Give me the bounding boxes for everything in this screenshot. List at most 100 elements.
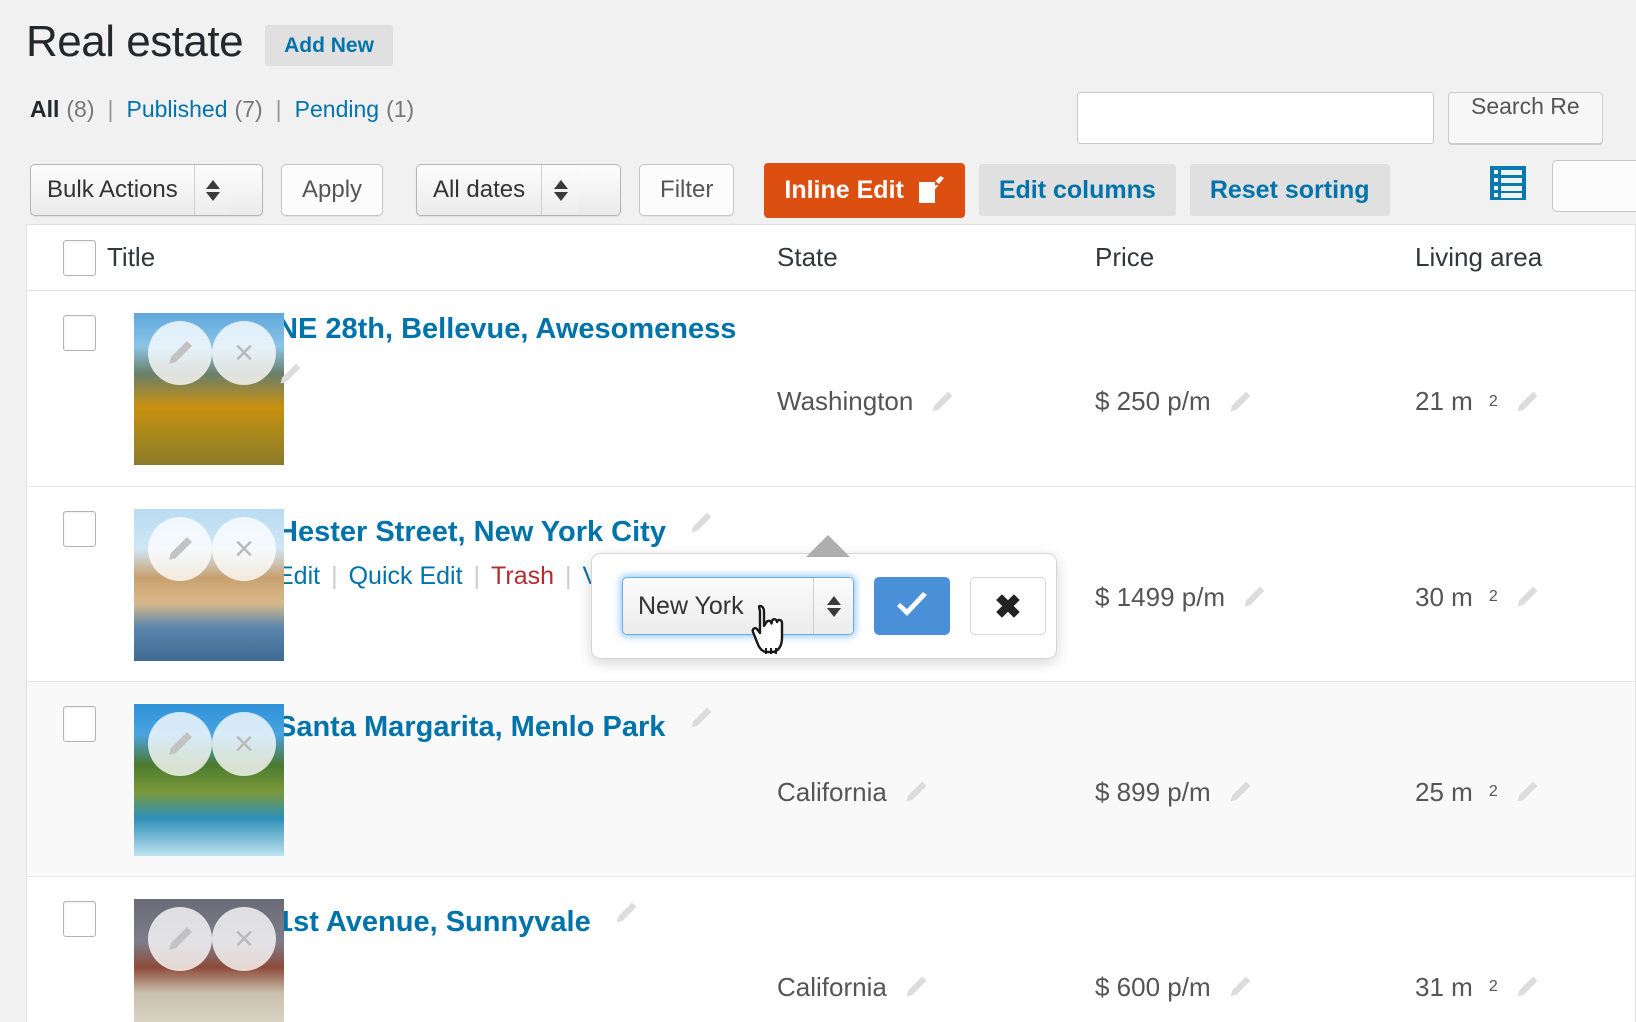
post-title-link[interactable]: NE 28th, Bellevue, Awesomeness xyxy=(277,313,736,346)
edit-living-area-pencil-icon[interactable] xyxy=(1514,973,1540,1001)
edit-state-pencil-icon[interactable] xyxy=(929,388,955,416)
edit-price-pencil-icon[interactable] xyxy=(1227,973,1253,1001)
post-title-link[interactable]: Santa Margarita, Menlo Park xyxy=(277,711,665,744)
search-button[interactable]: Search Re xyxy=(1448,92,1603,144)
table-header-row: Title State Price Living area xyxy=(27,225,1635,291)
living-area-superscript: 2 xyxy=(1488,978,1498,995)
row-checkbox[interactable] xyxy=(63,315,96,351)
reset-sorting-button[interactable]: Reset sorting xyxy=(1189,164,1390,216)
edit-title-pencil-icon[interactable] xyxy=(613,899,639,927)
state-value: California xyxy=(777,971,887,1002)
living-area-superscript: 2 xyxy=(1488,392,1498,410)
price-value: $ 250 p/m xyxy=(1095,386,1211,416)
thumbnail[interactable]: × xyxy=(134,313,284,465)
inline-edit-popup: New York ✖ xyxy=(591,553,1057,659)
date-filter-label: All dates xyxy=(433,176,526,203)
state-value: Washington xyxy=(777,386,914,416)
state-select-value: New York xyxy=(638,591,744,620)
row-select-cell xyxy=(27,877,107,1022)
edit-image-icon[interactable] xyxy=(148,712,212,776)
select-all-checkbox[interactable] xyxy=(63,239,96,276)
state-value: California xyxy=(777,776,887,807)
remove-image-icon[interactable]: × xyxy=(212,321,276,385)
remove-image-icon[interactable]: × xyxy=(212,517,276,581)
table-row: × NE 28th, Bellevue, Awesomeness Washing… xyxy=(27,291,1635,487)
filter-button[interactable]: Filter xyxy=(639,164,735,216)
chevron-updown-icon xyxy=(813,578,853,634)
mouse-cursor-pointer xyxy=(750,604,794,661)
view-count-all: (8) xyxy=(66,96,95,122)
column-header-state[interactable]: State xyxy=(777,242,1095,273)
edit-image-icon[interactable] xyxy=(148,517,212,581)
edit-price-pencil-icon[interactable] xyxy=(1227,778,1253,806)
edit-title-pencil-icon[interactable] xyxy=(688,704,714,732)
edit-state-pencil-icon[interactable] xyxy=(903,973,929,1001)
row-checkbox[interactable] xyxy=(63,706,96,742)
living-area-superscript: 2 xyxy=(1488,588,1498,605)
living-area-value: 21 m xyxy=(1415,386,1473,416)
price-cell: $ 600 p/m xyxy=(1095,877,1415,1022)
view-count-pending: (1) xyxy=(386,96,415,122)
thumbnail[interactable]: × xyxy=(134,704,284,856)
view-separator: | xyxy=(107,96,114,122)
excerpt-view-button[interactable] xyxy=(1552,160,1636,212)
column-header-living-area[interactable]: Living area xyxy=(1415,242,1636,273)
view-link-published[interactable]: Published xyxy=(127,96,228,123)
row-action-quick-edit[interactable]: Quick Edit xyxy=(349,562,463,591)
edit-image-icon[interactable] xyxy=(148,321,212,385)
state-cell: California xyxy=(777,682,1095,876)
remove-image-icon[interactable]: × xyxy=(212,907,276,971)
save-button[interactable] xyxy=(874,577,950,635)
date-filter-select[interactable]: All dates xyxy=(416,164,622,216)
chevron-updown-icon xyxy=(193,165,232,215)
price-value: $ 1499 p/m xyxy=(1095,581,1226,612)
living-area-cell: 21 m 2 xyxy=(1415,291,1636,486)
edit-state-pencil-icon[interactable] xyxy=(903,778,929,806)
list-view-icon[interactable] xyxy=(1489,164,1527,202)
edit-title-pencil-icon[interactable] xyxy=(277,360,303,388)
row-select-cell xyxy=(27,291,107,486)
edit-columns-button[interactable]: Edit columns xyxy=(978,164,1176,216)
search-input[interactable] xyxy=(1077,92,1434,144)
table-toolbar: Bulk Actions Apply All dates Filter Inli… xyxy=(30,160,1636,220)
row-select-cell xyxy=(27,682,107,876)
edit-image-icon[interactable] xyxy=(148,907,212,971)
row-checkbox[interactable] xyxy=(63,901,96,937)
living-area-superscript: 2 xyxy=(1488,783,1498,800)
state-select[interactable]: New York xyxy=(622,577,854,635)
price-cell: $ 250 p/m xyxy=(1095,291,1415,486)
living-area-cell: 31 m 2 xyxy=(1415,877,1636,1022)
row-checkbox[interactable] xyxy=(63,511,96,547)
price-value: $ 600 p/m xyxy=(1095,971,1211,1002)
column-header-price[interactable]: Price xyxy=(1095,242,1415,273)
view-count-published: (7) xyxy=(234,96,263,122)
edit-living-area-pencil-icon[interactable] xyxy=(1514,583,1540,611)
row-action-separator: | xyxy=(473,562,481,591)
view-link-pending[interactable]: Pending xyxy=(295,96,379,123)
edit-living-area-pencil-icon[interactable] xyxy=(1514,388,1540,416)
post-title-link[interactable]: 1st Avenue, Sunnyvale xyxy=(277,906,591,939)
add-new-button[interactable]: Add New xyxy=(265,24,393,66)
post-title-link[interactable]: Hester Street, New York City xyxy=(277,516,666,549)
inline-edit-label: Inline Edit xyxy=(784,175,904,204)
thumbnail[interactable]: × xyxy=(134,509,284,661)
column-header-title[interactable]: Title xyxy=(107,242,777,273)
cancel-button[interactable]: ✖ xyxy=(970,577,1046,635)
edit-price-pencil-icon[interactable] xyxy=(1241,583,1267,611)
edit-title-pencil-icon[interactable] xyxy=(688,509,714,537)
inline-edit-button[interactable]: Inline Edit xyxy=(764,162,965,218)
edit-price-pencil-icon[interactable] xyxy=(1227,388,1253,416)
memo-pencil-icon xyxy=(918,176,945,204)
thumbnail[interactable]: × xyxy=(134,899,284,1022)
living-area-cell: 25 m 2 xyxy=(1415,682,1636,876)
apply-button[interactable]: Apply xyxy=(281,164,384,216)
bulk-actions-select[interactable]: Bulk Actions xyxy=(30,164,263,216)
row-action-trash[interactable]: Trash xyxy=(491,562,554,591)
row-action-separator: | xyxy=(331,562,338,591)
row-action-separator: | xyxy=(565,562,572,591)
view-link-all[interactable]: All xyxy=(30,96,59,123)
state-cell: California xyxy=(777,877,1095,1022)
price-cell: $ 899 p/m xyxy=(1095,682,1415,876)
remove-image-icon[interactable]: × xyxy=(212,712,276,776)
edit-living-area-pencil-icon[interactable] xyxy=(1514,778,1540,806)
